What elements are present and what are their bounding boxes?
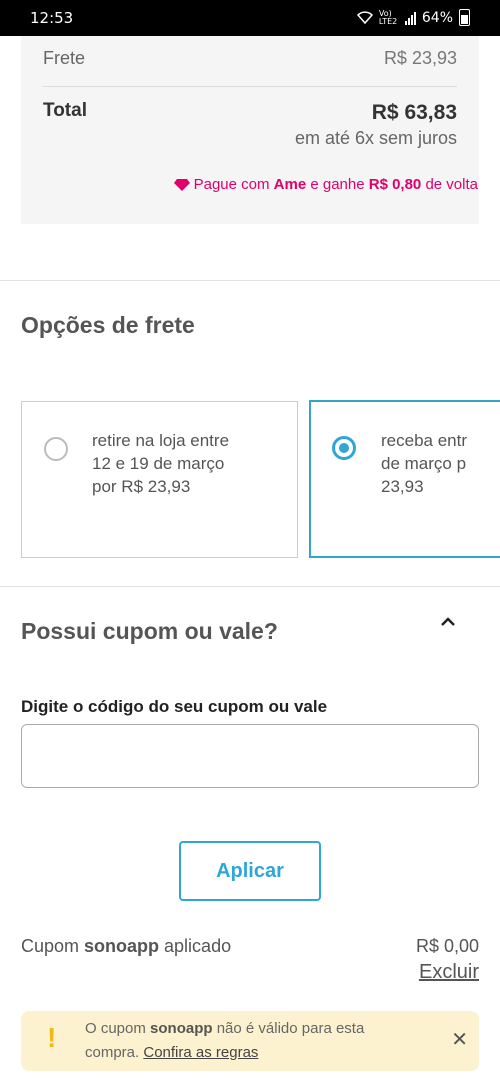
section-divider xyxy=(0,280,500,281)
total-value: R$ 63,83 xyxy=(371,101,457,124)
applied-coupon-label: Cupom sonoapp aplicado xyxy=(21,936,232,956)
shipping-cost-label: Frete xyxy=(43,48,86,68)
ame-suffix: de volta xyxy=(421,176,478,193)
applied-coupon-value: R$ 0,00 xyxy=(415,936,479,956)
shipping-options-title: Opções de frete xyxy=(21,312,195,338)
wifi-icon xyxy=(356,11,373,24)
coupon-field-label: Digite o código do seu cupom ou vale xyxy=(21,697,328,716)
diamond-icon xyxy=(173,178,190,191)
section-divider xyxy=(0,586,500,587)
battery-percent: 64% xyxy=(421,9,453,26)
ame-amount: R$ 0,80 xyxy=(368,176,422,193)
shipping-option-radio[interactable] xyxy=(44,437,68,461)
signal-icon xyxy=(404,11,416,25)
remove-coupon-link[interactable]: Excluir xyxy=(419,961,479,984)
network-label: Vo) LTE2 xyxy=(378,8,398,26)
shipping-option-radio-selected[interactable] xyxy=(332,436,356,460)
chevron-up-icon[interactable] xyxy=(438,612,458,632)
installments-text: em até 6x sem juros xyxy=(294,128,457,148)
close-icon[interactable]: ✕ xyxy=(451,1027,468,1052)
alert-message: O cupom sonoapp não é válido para esta c… xyxy=(85,1020,365,1061)
shipping-option-text: retire na loja entre 12 e 19 de março po… xyxy=(92,431,230,496)
summary-divider xyxy=(43,86,457,87)
status-bar: 12:53 Vo) LTE2 64% xyxy=(0,0,500,36)
rules-link[interactable]: Confira as regras xyxy=(143,1044,258,1061)
coupon-code-input[interactable] xyxy=(21,724,479,788)
exclamation-icon: ! xyxy=(47,1022,57,1053)
applied-coupon-code: sonoapp xyxy=(84,936,160,956)
status-icons: Vo) LTE2 64% xyxy=(356,8,470,26)
ame-mid: e ganhe xyxy=(306,176,369,193)
shipping-option-text: receba entr de março p 23,93 xyxy=(381,431,467,496)
ame-brand: Ame xyxy=(273,176,307,193)
shipping-cost-value: R$ 23,93 xyxy=(383,48,457,68)
ame-prefix: Pague com xyxy=(193,176,274,193)
battery-icon xyxy=(459,9,470,26)
ame-cashback-banner: Pague com Ame e ganhe R$ 0,80 de volta xyxy=(173,176,478,193)
total-label: Total xyxy=(43,100,87,121)
status-time: 12:53 xyxy=(30,9,74,27)
coupon-section-title: Possui cupom ou vale? xyxy=(21,618,278,644)
apply-coupon-button[interactable]: Aplicar xyxy=(179,841,321,901)
